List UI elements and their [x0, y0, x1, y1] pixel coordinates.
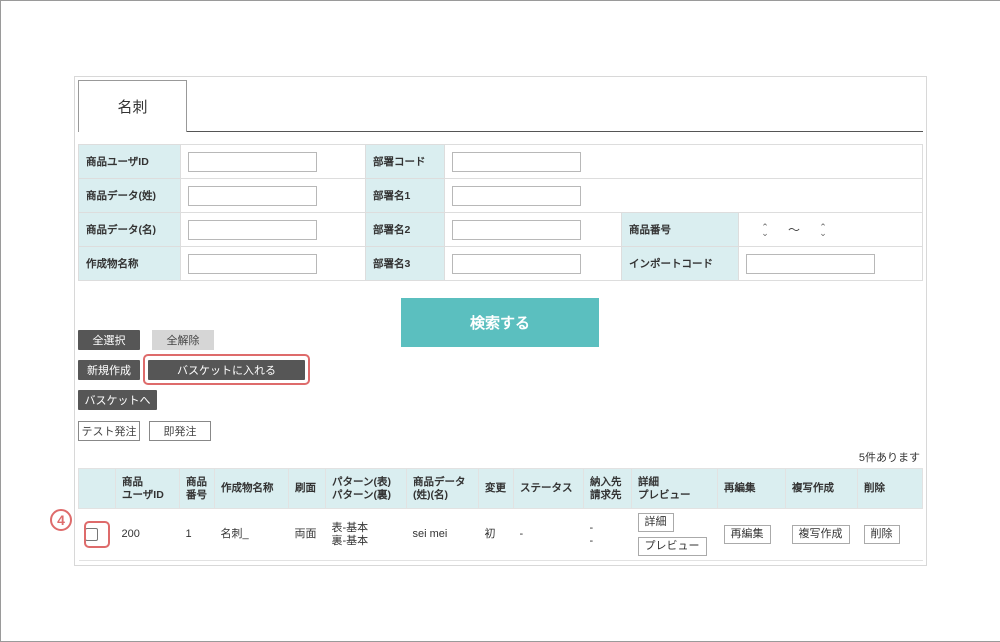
- go-to-basket-button[interactable]: バスケットへ: [78, 390, 157, 410]
- select-all-button[interactable]: 全選択: [78, 330, 140, 350]
- user-id-input[interactable]: [188, 151, 317, 172]
- table-header-row: 商品 ユーザID 商品 番号 作成物名称 刷面 パターン(表) パターン(裏) 商品デ…: [78, 468, 923, 509]
- label-last-name: 商品データ(姓): [78, 179, 181, 212]
- header-print-side: 刷面: [288, 468, 326, 509]
- checkbox-highlight: [84, 521, 110, 548]
- main-panel: 名刺 商品ユーザID 部署コード 商品データ(姓) 部署名1 商品データ(名) …: [74, 76, 927, 566]
- new-create-button[interactable]: 新規作成: [78, 360, 140, 380]
- cell-status: -: [513, 508, 584, 561]
- tab-bar: 名刺: [78, 80, 923, 133]
- cell-product-number: 1: [179, 508, 215, 561]
- header-checkbox: [78, 468, 116, 509]
- header-product-number: 商品 番号: [179, 468, 215, 509]
- label-first-name: 商品データ(名): [78, 213, 181, 246]
- label-dept-name-1: 部署名1: [365, 179, 445, 212]
- range-tilde: 〜: [788, 223, 801, 237]
- cell-pattern: 表-基本 裏-基本: [325, 508, 407, 561]
- result-count: 5件あります: [858, 452, 920, 464]
- header-detail-preview: 詳細 プレビュー: [631, 468, 718, 509]
- product-number-range: ⌃ ⌄ 〜 ⌃ ⌄: [746, 220, 842, 240]
- dept-name-2-input[interactable]: [452, 219, 581, 240]
- search-form: 商品ユーザID 部署コード 商品データ(姓) 部署名1 商品データ(名) 部署名…: [78, 144, 923, 281]
- header-reedit: 再編集: [717, 468, 786, 509]
- label-dept-name-2: 部署名2: [365, 213, 445, 246]
- form-row: 商品データ(名) 部署名2 商品番号 ⌃ ⌄ 〜 ⌃ ⌄: [78, 213, 923, 247]
- delete-button[interactable]: 削除: [863, 525, 900, 544]
- copy-button[interactable]: 複写作成: [791, 525, 850, 544]
- dept-name-1-input[interactable]: [452, 185, 581, 206]
- cell-delivery: --: [583, 508, 632, 561]
- header-copy: 複写作成: [785, 468, 858, 509]
- header-delivery: 納入先 請求先: [583, 468, 632, 509]
- table-row: 200 1 名刺_ 両面 表-基本 裏-基本 sei mei 初 - -- 詳細 …: [78, 508, 923, 561]
- cell-item-name: 名刺_: [214, 508, 289, 561]
- product-number-to-stepper[interactable]: ⌃ ⌄: [804, 220, 842, 240]
- cell-change: 初: [478, 508, 514, 561]
- last-name-input[interactable]: [188, 185, 317, 206]
- preview-button[interactable]: プレビュー: [637, 537, 707, 556]
- header-change: 変更: [478, 468, 514, 509]
- test-order-button[interactable]: テスト発注: [78, 421, 140, 441]
- form-row: 商品データ(姓) 部署名1: [78, 179, 923, 213]
- search-button[interactable]: 検索する: [401, 298, 599, 347]
- header-delete: 削除: [857, 468, 923, 509]
- deselect-all-button[interactable]: 全解除: [152, 330, 214, 350]
- label-user-id: 商品ユーザID: [78, 145, 181, 178]
- results-table: 商品 ユーザID 商品 番号 作成物名称 刷面 パターン(表) パターン(裏) 商品デ…: [78, 468, 923, 561]
- header-user-id: 商品 ユーザID: [115, 468, 180, 509]
- instant-order-button[interactable]: 即発注: [149, 421, 211, 441]
- tab-business-card[interactable]: 名刺: [78, 80, 187, 133]
- header-status: ステータス: [513, 468, 584, 509]
- step-number-marker: 4: [50, 509, 72, 531]
- label-import-code: インポートコード: [621, 247, 739, 280]
- reedit-button[interactable]: 再編集: [723, 525, 771, 544]
- detail-button[interactable]: 詳細: [637, 513, 674, 532]
- cell-print-side: 両面: [288, 508, 326, 561]
- label-dept-code: 部署コード: [365, 145, 445, 178]
- import-code-input[interactable]: [746, 253, 875, 274]
- first-name-input[interactable]: [188, 219, 317, 240]
- header-item-name: 作成物名称: [214, 468, 289, 509]
- form-row: 作成物名称 部署名3 インポートコード: [78, 247, 923, 281]
- item-name-input[interactable]: [188, 253, 317, 274]
- dept-code-input[interactable]: [452, 151, 581, 172]
- header-product-data: 商品データ (姓)(名): [406, 468, 479, 509]
- cell-user-id: 200: [115, 508, 180, 561]
- label-dept-name-3: 部署名3: [365, 247, 445, 280]
- add-to-basket-button[interactable]: バスケットに入れる: [148, 360, 305, 380]
- label-item-name: 作成物名称: [78, 247, 181, 280]
- cell-product-data: sei mei: [406, 508, 479, 561]
- product-number-from-stepper[interactable]: ⌃ ⌄: [746, 220, 784, 240]
- form-row: 商品ユーザID 部署コード: [78, 145, 923, 179]
- dept-name-3-input[interactable]: [452, 253, 581, 274]
- label-product-number: 商品番号: [621, 213, 739, 246]
- header-pattern: パターン(表) パターン(裏): [325, 468, 407, 509]
